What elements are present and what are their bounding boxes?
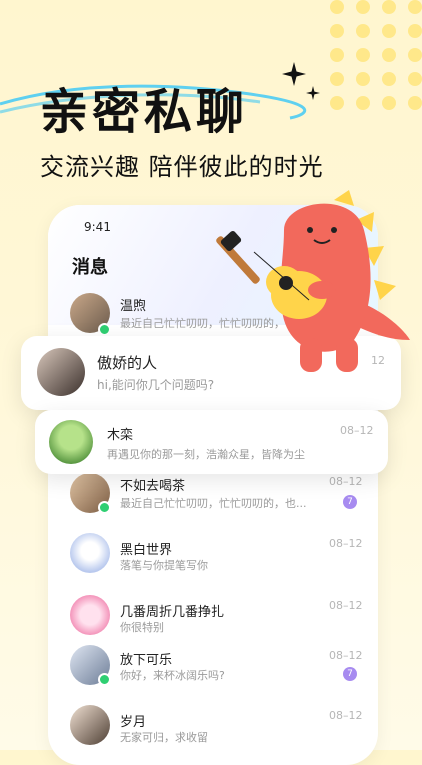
avatar [49,420,93,464]
subtitle: 交流兴趣 陪伴彼此的时光 [40,153,324,181]
avatar [37,348,85,396]
online-indicator [98,673,111,686]
avatar [70,533,110,573]
conversation-row[interactable]: 放下可乐 你好，来杯冰阔乐吗? 08–12 7 [48,645,378,705]
conversation-row[interactable]: 岁月 无家可归，求收留 08–12 [48,705,378,765]
message-preview: 无家可归，求收留 [120,731,208,744]
conversation-card[interactable]: 木栾 再遇见你的那一刻，浩瀚众星，皆降为尘 08–12 [35,410,388,474]
sparkle-small-icon [306,86,320,100]
headline: 亲密私聊 [40,84,249,140]
message-preview: 落笔与你提笔写你 [120,559,208,572]
dinosaur-mascot-icon [216,190,410,372]
online-indicator [98,501,111,514]
message-preview: 再遇见你的那一刻，浩瀚众星，皆降为尘 [107,448,305,461]
contact-name: 放下可乐 [120,653,173,668]
message-date: 08–12 [329,709,363,722]
contact-name: 温煦 [120,299,147,314]
unread-badge: 7 [343,495,357,509]
message-date: 08–12 [329,475,363,488]
contact-name: 木栾 [107,428,134,443]
message-preview: 最近自己忙忙叨叨，忙忙叨叨的，也... [120,497,307,510]
avatar [70,705,110,745]
conversation-row[interactable]: 不如去喝茶 最近自己忙忙叨叨，忙忙叨叨的，也... 08–12 7 [48,473,378,533]
contact-name: 几番周折几番挣扎 [120,605,225,620]
message-date: 08–12 [329,649,363,662]
online-indicator [98,323,111,336]
contact-name: 不如去喝茶 [120,479,186,494]
contact-name: 傲娇的人 [97,354,158,372]
contact-name: 岁月 [120,715,147,730]
sparkle-icon [282,62,306,86]
status-time: 9:41 [84,220,111,234]
avatar [70,595,110,635]
message-date: 08–12 [329,599,363,612]
conversation-row[interactable]: 黑白世界 落笔与你提笔写你 08–12 [48,533,378,593]
headline-area: 亲密私聊 [0,60,422,140]
message-preview: 你很特别 [120,621,164,634]
page-title: 消息 [72,257,108,278]
message-date: 08–12 [329,537,363,550]
contact-name: 黑白世界 [120,543,173,558]
unread-badge: 7 [343,667,357,681]
message-preview: 你好，来杯冰阔乐吗? [120,669,225,682]
message-date: 08–12 [340,424,374,437]
